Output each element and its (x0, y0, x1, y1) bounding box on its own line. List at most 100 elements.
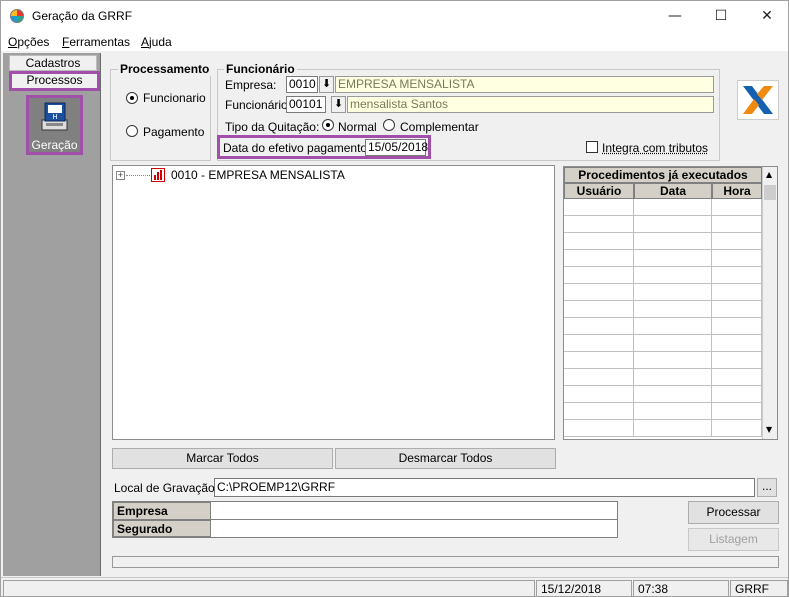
grid-cell (634, 352, 712, 369)
local-gravacao-field[interactable]: C:\PROEMP12\GRRF (214, 478, 755, 497)
grid-cell (712, 369, 762, 386)
tree-item-company[interactable]: 0010 - EMPRESA MENSALISTA (171, 168, 345, 182)
procedimentos-grid: Procedimentos já executados Usuário Data… (563, 166, 778, 440)
browse-button[interactable]: ... (757, 478, 777, 497)
data-pagamento-field[interactable]: 15/05/2018 (365, 139, 428, 156)
info-box: Empresa Segurado (112, 501, 618, 538)
grid-cell (634, 420, 712, 437)
processar-button[interactable]: Processar (688, 501, 779, 524)
grid-cell (712, 352, 762, 369)
grid-cell (634, 267, 712, 284)
menu-ajuda[interactable]: Ajuda (141, 35, 172, 49)
grid-cell (564, 352, 634, 369)
grid-body (564, 199, 762, 439)
procedimentos-title: Procedimentos já executados (564, 167, 762, 183)
grid-cell (564, 335, 634, 352)
grid-cell (634, 284, 712, 301)
empresa-label: Empresa: (225, 78, 277, 92)
radio-complementar-label: Complementar (400, 120, 479, 134)
menu-bar: Opções Ferramentas Ajuda (1, 32, 788, 51)
integra-checkbox[interactable] (586, 141, 598, 153)
grid-cell (564, 199, 634, 216)
grid-cell (634, 301, 712, 318)
menu-ferramentas[interactable]: Ferramentas (62, 35, 130, 49)
grid-empty-row (564, 250, 762, 267)
grid-empty-row (564, 233, 762, 250)
col-data: Data (634, 183, 712, 199)
status-module: GRRF (730, 580, 788, 596)
integra-label: Integra com tributos (602, 141, 709, 155)
desmarcar-todos-button[interactable]: Desmarcar Todos (335, 448, 556, 469)
menu-opcoes[interactable]: Opções (8, 35, 49, 49)
processamento-legend: Processamento (118, 62, 212, 76)
radio-funcionario[interactable] (126, 92, 138, 104)
grid-cell (634, 199, 712, 216)
tab-cadastros[interactable]: Cadastros (9, 55, 97, 71)
radio-normal[interactable] (322, 119, 334, 131)
grid-empty-row (564, 267, 762, 284)
caixa-logo (737, 80, 779, 120)
grid-empty-row (564, 352, 762, 369)
grid-cell (634, 318, 712, 335)
grid-cell (634, 216, 712, 233)
disk-generation-icon: H (41, 102, 68, 131)
grid-cell (712, 250, 762, 267)
col-usuario: Usuário (564, 183, 634, 199)
svg-text:H: H (52, 113, 57, 121)
generation-button[interactable]: H Geração (26, 95, 83, 155)
grid-cell (712, 301, 762, 318)
tree-expand-toggle[interactable]: + (116, 171, 125, 180)
funcionario-code-field[interactable]: 00101 (286, 96, 326, 113)
grid-cell (634, 386, 712, 403)
minimize-button[interactable]: — (652, 1, 698, 32)
empresa-lookup-button[interactable]: ⬇ (319, 76, 334, 93)
grid-cell (564, 369, 634, 386)
title-bar: Geração da GRRF — ☐ ✕ (1, 1, 788, 32)
maximize-button[interactable]: ☐ (698, 1, 744, 32)
radio-pagamento[interactable] (126, 125, 138, 137)
scroll-up-icon[interactable]: ▲ (766, 170, 772, 179)
status-message (3, 580, 535, 596)
radio-complementar[interactable] (383, 119, 395, 131)
grid-cell (634, 335, 712, 352)
grid-cell (712, 318, 762, 335)
radio-pagamento-label: Pagamento (143, 125, 205, 139)
processamento-group (110, 69, 211, 161)
desmarcar-todos-label: Desmarcar Todos (398, 451, 493, 465)
funcionario-legend: Funcionário (224, 62, 297, 76)
listagem-button[interactable]: Listagem (688, 528, 779, 551)
grid-empty-row (564, 369, 762, 386)
empresa-code-field[interactable]: 0010 (286, 76, 318, 93)
generation-label: Geração (31, 138, 78, 152)
status-bar: 15/12/2018 07:38 GRRF (1, 577, 788, 596)
left-nav-panel: Cadastros Processos H Geração (3, 53, 101, 576)
grid-empty-row (564, 301, 762, 318)
grid-cell (564, 386, 634, 403)
grid-cell (712, 403, 762, 420)
info-segurado-label: Segurado (113, 520, 211, 537)
info-empresa-label: Empresa (113, 502, 211, 520)
grid-cell (712, 233, 762, 250)
grid-empty-row (564, 335, 762, 352)
grid-scrollbar[interactable]: ▲ ▼ (762, 167, 777, 439)
tab-processos[interactable]: Processos (9, 71, 100, 91)
grid-cell (634, 250, 712, 267)
data-pagamento-label: Data do efetivo pagamento.: (223, 141, 374, 155)
grid-empty-row (564, 216, 762, 233)
funcionario-lookup-button[interactable]: ⬇ (331, 96, 346, 113)
grid-cell (712, 216, 762, 233)
progress-bar (112, 556, 779, 568)
radio-funcionario-label: Funcionario (143, 91, 206, 105)
scroll-down-icon[interactable]: ▼ (766, 425, 772, 434)
grid-empty-row (564, 403, 762, 420)
grid-cell (634, 369, 712, 386)
marcar-todos-label: Marcar Todos (186, 451, 259, 465)
grid-empty-row (564, 386, 762, 403)
quitacao-label: Tipo da Quitação: (225, 120, 320, 134)
caixa-logo-icon (743, 86, 773, 114)
marcar-todos-button[interactable]: Marcar Todos (112, 448, 333, 469)
close-button[interactable]: ✕ (744, 1, 788, 32)
scroll-thumb[interactable] (764, 185, 776, 200)
company-tree[interactable]: + 0010 - EMPRESA MENSALISTA (112, 165, 555, 440)
application-window: Geração da GRRF — ☐ ✕ Opções Ferramentas… (0, 0, 789, 597)
